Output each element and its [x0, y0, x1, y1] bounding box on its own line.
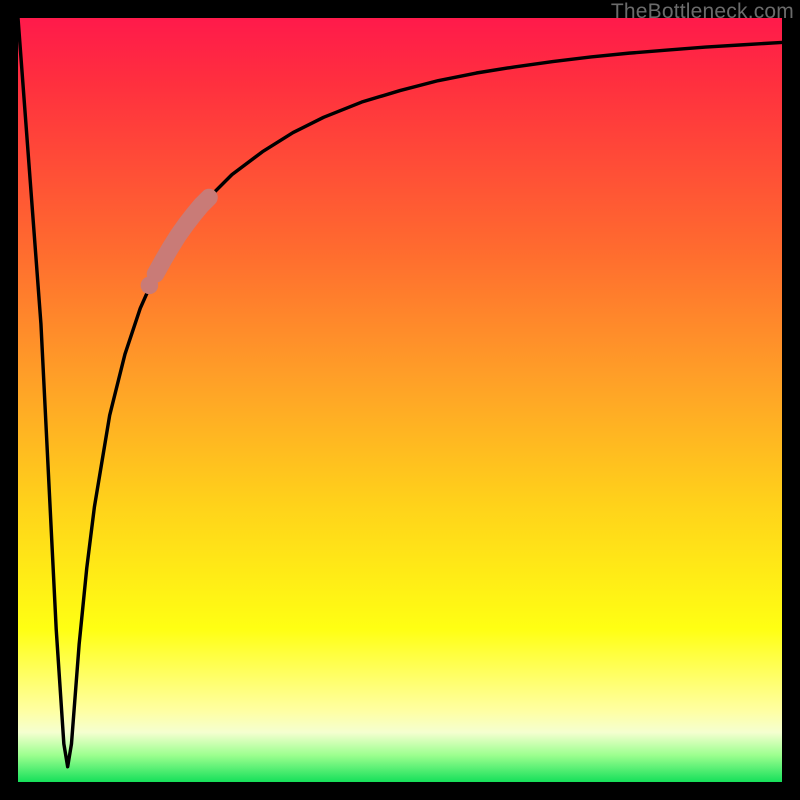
- chart-frame: TheBottleneck.com: [0, 0, 800, 800]
- highlight-segment: [156, 198, 209, 274]
- bottleneck-curve: [18, 18, 782, 767]
- highlight-dot: [141, 277, 159, 295]
- curve-layer: [18, 18, 782, 782]
- plot-area: [18, 18, 782, 782]
